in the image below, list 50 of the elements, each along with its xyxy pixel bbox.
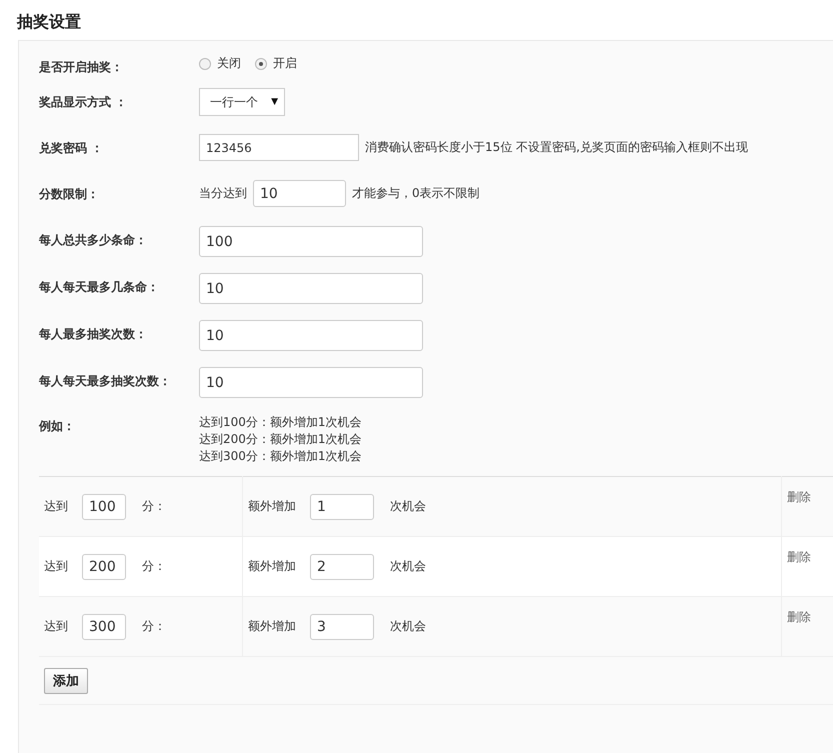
delete-link[interactable]: 删除 [787,490,811,504]
field-label: 分数限制： [39,186,100,203]
field-label: 每人总共多少条命： [39,232,148,249]
field-label: 例如： [39,418,76,435]
input-field[interactable]: 10 [199,273,423,304]
input-field[interactable]: 10 [199,320,423,351]
radio-option[interactable]: 开启 [255,55,297,72]
example-line: 达到100分：额外增加1次机会 [199,414,362,430]
field-label: 兑奖密码 ： [39,140,104,157]
score-field[interactable]: 100 [82,494,126,520]
times-label: 次机会 [390,498,426,515]
radio-icon[interactable] [255,58,267,70]
times-field[interactable]: 1 [310,494,374,520]
reach-label: 达到 [44,498,68,515]
add-button[interactable]: 添加 [44,668,88,694]
times-label: 次机会 [390,618,426,635]
delete-link[interactable]: 删除 [787,610,811,624]
score-field[interactable]: 300 [82,614,126,640]
example-line: 达到300分：额外增加1次机会 [199,448,362,464]
times-field[interactable]: 3 [310,614,374,640]
unit-label: 分： [142,558,166,575]
score-field[interactable]: 200 [82,554,126,580]
field-label: 每人最多抽奖次数： [39,326,148,343]
extra-label: 额外增加 [248,618,296,635]
hint-text: 才能参与，0表示不限制 [352,185,480,202]
field-label: 每人每天最多抽奖次数： [39,373,172,390]
hint-text: 消费确认密码长度小于15位 不设置密码,兑奖页面的密码输入框则不出现 [365,139,748,156]
display-select[interactable]: 一行一个 ▼ [199,88,285,116]
radio-icon[interactable] [199,58,211,70]
prefix-text: 当分达到 [199,185,247,202]
radio-option[interactable]: 关闭 [199,55,241,72]
field-label: 每人每天最多几条命： [39,279,160,296]
extra-label: 额外增加 [248,498,296,515]
reach-label: 达到 [44,618,68,635]
input-field[interactable]: 10 [199,367,423,398]
unit-label: 分： [142,618,166,635]
delete-link[interactable]: 删除 [787,550,811,564]
reach-label: 达到 [44,558,68,575]
unit-label: 分： [142,498,166,515]
field-label: 是否开启抽奖： [39,59,124,76]
page-title: 抽奖设置 [17,12,82,33]
extra-label: 额外增加 [248,558,296,575]
times-label: 次机会 [390,558,426,575]
caret-icon: ▼ [271,97,278,107]
field-label: 奖品显示方式 ： [39,94,128,111]
times-field[interactable]: 2 [310,554,374,580]
input-field[interactable]: 100 [199,226,423,257]
score-field[interactable]: 10 [253,180,346,207]
example-line: 达到200分：额外增加1次机会 [199,431,362,447]
password-field[interactable]: 123456 [199,134,359,161]
